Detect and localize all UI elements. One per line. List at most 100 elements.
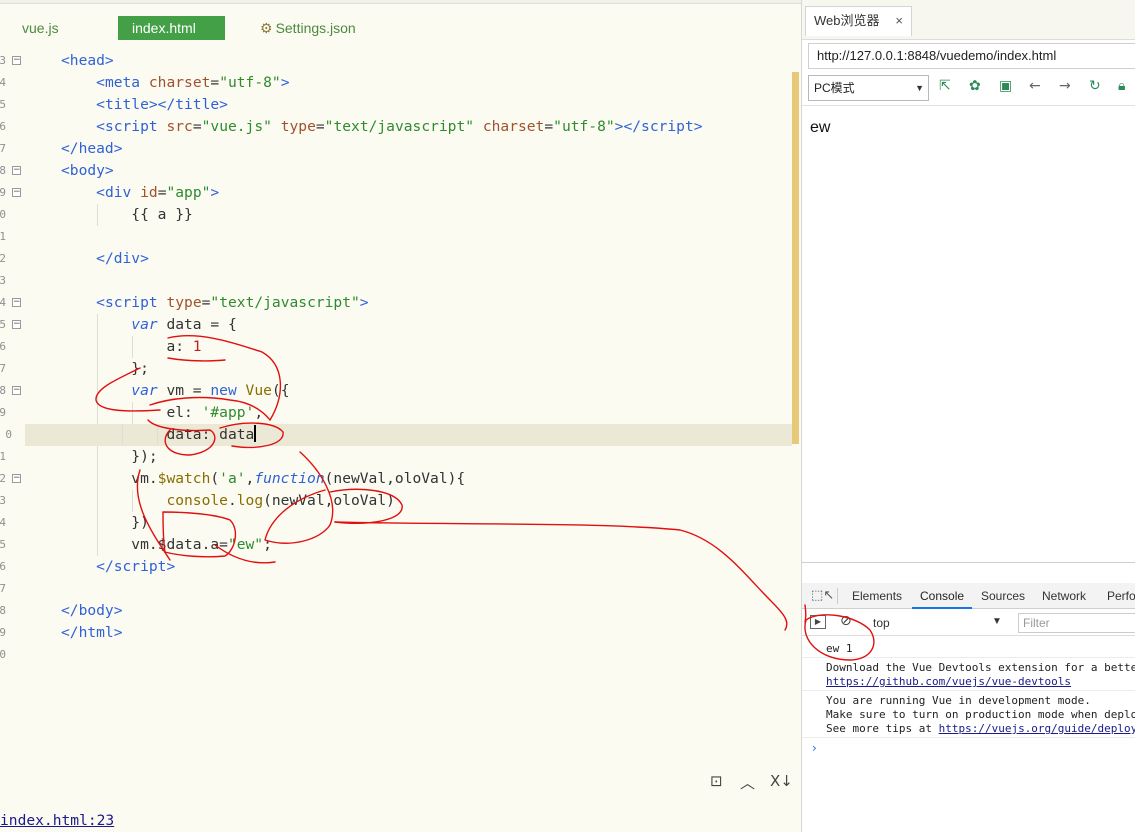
- fold-toggle-icon[interactable]: −: [12, 166, 21, 175]
- fold-toggle-icon[interactable]: −: [12, 298, 21, 307]
- code-line[interactable]: 9 </html>: [0, 622, 792, 644]
- console-link[interactable]: https://vuejs.org/guide/deploy: [939, 722, 1135, 735]
- code-text: });: [131, 448, 158, 465]
- tab-label: index.html: [132, 20, 196, 36]
- chevron-up-icon[interactable]: ︿: [740, 772, 755, 793]
- code-text: </script>: [96, 558, 176, 575]
- code-line[interactable]: 7 </head>: [0, 138, 792, 160]
- refresh-icon[interactable]: ↻: [1089, 78, 1101, 94]
- code-text: a: 1: [166, 338, 202, 355]
- line-number: 0: [0, 208, 6, 221]
- console-text: You are running Vue in development mode.: [826, 694, 1091, 707]
- code-line[interactable]: 2 </div>: [0, 248, 792, 270]
- code-text: };: [131, 360, 149, 377]
- tab-settings-json[interactable]: ⚙ Settings.json: [260, 16, 356, 40]
- code-line[interactable]: 1: [0, 226, 792, 248]
- line-number: 2: [0, 252, 6, 265]
- inspect-icon[interactable]: ⬚↖: [811, 588, 834, 603]
- code-text: <script type="text/javascript">: [96, 294, 369, 311]
- fold-toggle-icon[interactable]: −: [12, 386, 21, 395]
- code-line[interactable]: 9− <div id="app">: [0, 182, 792, 204]
- tab-performance[interactable]: Perfo: [1107, 583, 1135, 609]
- code-line[interactable]: 1 });: [0, 446, 792, 468]
- close-x-icon[interactable]: X↓: [770, 772, 793, 790]
- code-line[interactable]: 6 <script src="vue.js" type="text/javasc…: [0, 116, 792, 138]
- code-line[interactable]: 5− var data = {: [0, 314, 792, 336]
- tab-elements[interactable]: Elements: [852, 583, 902, 609]
- code-text: var vm = new Vue({: [131, 382, 290, 399]
- back-icon[interactable]: ←: [1029, 78, 1041, 94]
- code-line[interactable]: 4− <script type="text/javascript">: [0, 292, 792, 314]
- code-text: <title></title>: [96, 96, 228, 113]
- editor-scrollbar[interactable]: [792, 72, 799, 444]
- tab-vue-js[interactable]: vue.js: [22, 16, 59, 40]
- tab-label: vue.js: [22, 20, 59, 36]
- code-line[interactable]: 7: [0, 578, 792, 600]
- dropdown-arrow-icon[interactable]: ▼: [992, 616, 1002, 627]
- clear-console-icon[interactable]: ⊘: [840, 613, 852, 629]
- url-input[interactable]: http://127.0.0.1:8848/vuedemo/index.html: [808, 43, 1135, 69]
- lock-icon[interactable]: 🔒︎: [1118, 78, 1125, 94]
- editor-tab-bar: vue.js index.html ⚙ Settings.json: [0, 14, 801, 42]
- console-source-link[interactable]: index.html:23: [0, 812, 114, 829]
- code-line[interactable]: 3: [0, 270, 792, 292]
- line-number: 4: [0, 76, 6, 89]
- code-line[interactable]: 5 vm.$data.a="ew";: [0, 534, 792, 556]
- fold-toggle-icon[interactable]: −: [12, 320, 21, 329]
- code-line[interactable]: 3 console.log(newVal,oloVal): [0, 490, 792, 512]
- open-external-icon[interactable]: ⇱: [939, 78, 951, 94]
- terminal-icon[interactable]: ▣: [999, 78, 1012, 94]
- mode-select[interactable]: PC模式 ▼: [808, 75, 929, 101]
- code-text: {{ a }}: [131, 206, 193, 223]
- code-text: vm.$data.a="ew";: [131, 536, 272, 553]
- code-line[interactable]: 8− <body>: [0, 160, 792, 182]
- code-line[interactable]: 6 </script>: [0, 556, 792, 578]
- code-line[interactable]: 4 }): [0, 512, 792, 534]
- tab-sources[interactable]: Sources: [981, 583, 1025, 609]
- code-line[interactable]: 0: [0, 644, 792, 666]
- code-text: </head>: [61, 140, 123, 157]
- code-text: <script src="vue.js" type="text/javascri…: [96, 118, 703, 135]
- editor-top-strip: [0, 0, 801, 4]
- forward-icon[interactable]: →: [1059, 78, 1071, 94]
- code-line[interactable]: 0 data: data: [5, 424, 792, 446]
- tab-label: Settings.json: [275, 20, 356, 36]
- code-line[interactable]: 6 a: 1: [0, 336, 792, 358]
- code-line[interactable]: 2− vm.$watch('a',function(newVal,oloVal)…: [0, 468, 792, 490]
- console-link[interactable]: https://github.com/vuejs/vue-devtools: [826, 675, 1071, 688]
- image-icon[interactable]: ⊡: [710, 772, 723, 790]
- console-toolbar: ▶ ⊘ top ▼ Filter: [802, 610, 1135, 636]
- code-line[interactable]: 9 el: '#app',: [0, 402, 792, 424]
- fold-toggle-icon[interactable]: −: [12, 474, 21, 483]
- code-text: <body>: [61, 162, 114, 179]
- tab-index-html[interactable]: index.html: [118, 16, 225, 40]
- code-line[interactable]: 7 };: [0, 358, 792, 380]
- code-area[interactable]: 3− <head> 4 <meta charset="utf-8"> 5 <title…: [0, 50, 792, 666]
- code-line[interactable]: 3− <head>: [0, 50, 792, 72]
- settings-icon[interactable]: ✿: [969, 78, 981, 94]
- close-icon[interactable]: ×: [895, 7, 903, 35]
- browser-tab[interactable]: Web浏览器 ×: [805, 6, 912, 36]
- line-number: 1: [0, 450, 6, 463]
- line-number: 1: [0, 230, 6, 243]
- code-line[interactable]: 0 {{ a }}: [0, 204, 792, 226]
- code-text: </body>: [61, 602, 123, 619]
- fold-toggle-icon[interactable]: −: [12, 56, 21, 65]
- sidebar-toggle-icon[interactable]: ▶: [810, 615, 826, 629]
- code-line[interactable]: 8− var vm = new Vue({: [0, 380, 792, 402]
- console-prompt[interactable]: ›: [812, 741, 817, 755]
- tab-console[interactable]: Console: [912, 583, 973, 609]
- context-select[interactable]: top: [873, 616, 890, 630]
- code-line[interactable]: 8 </body>: [0, 600, 792, 622]
- console-message: ew 1: [802, 642, 1135, 658]
- code-text: vm.$watch('a',function(newVal,oloVal){: [131, 470, 466, 487]
- console-filter-input[interactable]: Filter: [1018, 613, 1135, 633]
- tab-network[interactable]: Network: [1042, 583, 1086, 609]
- line-number: 6: [0, 560, 6, 573]
- fold-toggle-icon[interactable]: −: [12, 188, 21, 197]
- console-message: Download the Vue Devtools extension for …: [802, 661, 1135, 691]
- code-line[interactable]: 4 <meta charset="utf-8">: [0, 72, 792, 94]
- console-message: You are running Vue in development mode.…: [802, 694, 1135, 738]
- line-number: 0: [0, 648, 6, 661]
- code-line[interactable]: 5 <title></title>: [0, 94, 792, 116]
